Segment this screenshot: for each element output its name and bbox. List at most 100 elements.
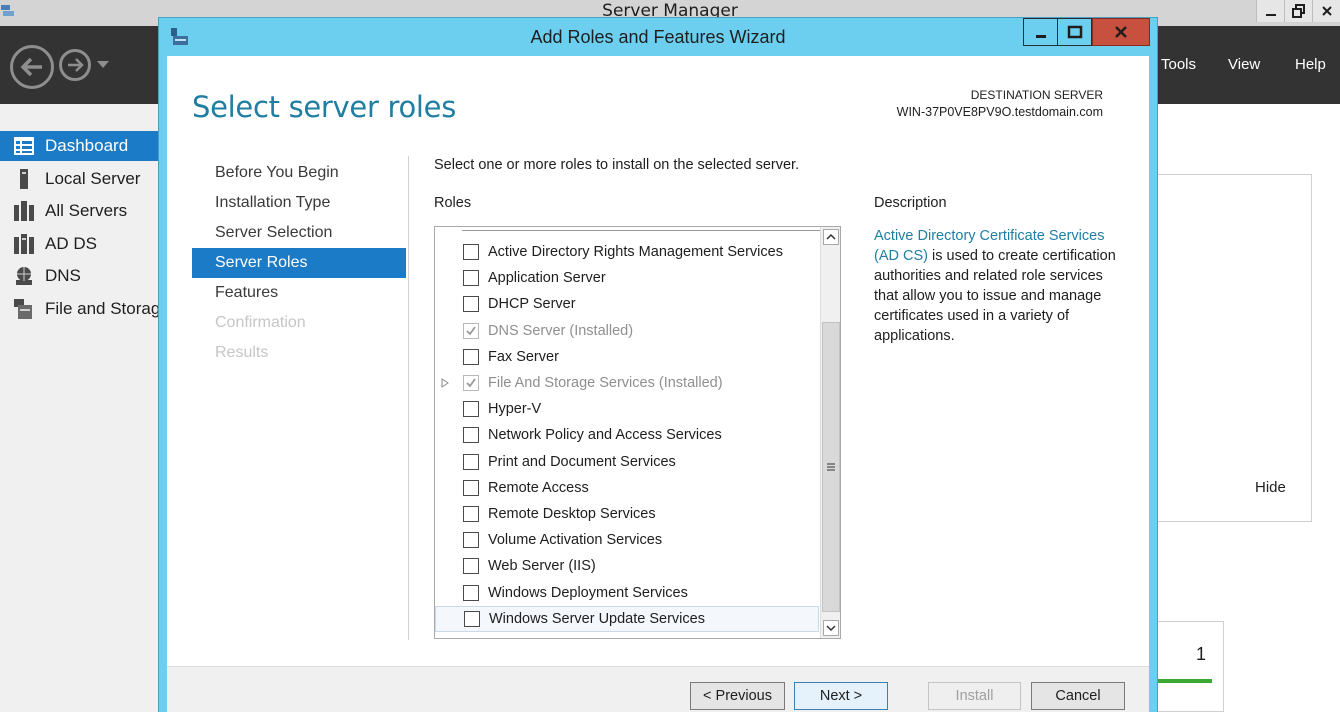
sm-close-button[interactable] — [1312, 0, 1340, 22]
history-dropdown-icon[interactable] — [97, 61, 109, 68]
role-label: DNS Server (Installed) — [488, 322, 634, 339]
role-row[interactable]: Print and Document Services — [435, 449, 819, 475]
role-row[interactable]: Volume Activation Services — [435, 527, 819, 553]
wizard-title: Add Roles and Features Wizard — [530, 27, 786, 47]
role-checkbox[interactable] — [463, 506, 479, 522]
role-row[interactable]: Remote Access — [435, 475, 819, 501]
role-row[interactable]: Windows Deployment Services — [435, 580, 819, 606]
role-checkbox[interactable] — [463, 532, 479, 549]
role-checkbox[interactable] — [463, 270, 479, 287]
wizard-close-button[interactable] — [1092, 18, 1150, 46]
role-checkbox[interactable] — [463, 558, 479, 575]
role-row[interactable]: Network Policy and Access Services — [435, 422, 819, 448]
role-label: Volume Activation Services — [488, 532, 663, 549]
role-row[interactable]: DHCP Server — [435, 291, 819, 317]
role-checkbox[interactable] — [463, 348, 479, 365]
previous-button[interactable]: < Previous — [690, 682, 785, 710]
role-checkbox[interactable] — [463, 401, 479, 418]
status-tile-count: 1 — [1196, 644, 1207, 664]
role-checkbox[interactable] — [463, 427, 479, 444]
step-results: Results — [215, 344, 269, 361]
role-label: Application Server — [488, 270, 606, 287]
menu-tools[interactable]: Tools — [1161, 56, 1196, 73]
welcome-panel — [1150, 174, 1312, 522]
hide-link[interactable]: Hide — [1255, 479, 1286, 496]
cancel-button[interactable]: Cancel — [1031, 682, 1125, 710]
sidebar-item-all-servers[interactable]: All Servers — [0, 196, 160, 226]
step-server-selection[interactable]: Server Selection — [192, 218, 406, 248]
expand-arrow-icon[interactable] — [440, 378, 450, 388]
arrow-left-icon — [20, 57, 42, 77]
status-tile[interactable] — [1150, 621, 1224, 712]
roles-heading: Roles — [434, 195, 472, 211]
destination-server-label: DESTINATION SERVER — [970, 88, 1103, 102]
wizard-footer: < Previous Next > Install Cancel — [167, 666, 1149, 712]
role-checkbox[interactable] — [463, 479, 479, 496]
instruction-text: Select one or more roles to install on t… — [434, 157, 800, 173]
all-servers-icon — [14, 201, 34, 221]
role-checkbox[interactable] — [463, 296, 479, 313]
role-checkbox[interactable] — [464, 610, 480, 627]
minimize-icon — [1035, 35, 1046, 38]
sidebar-item-dns[interactable]: DNS — [0, 261, 160, 291]
role-checkbox[interactable] — [463, 244, 479, 260]
status-tile-bar — [1158, 679, 1212, 683]
role-row[interactable]: Windows Server Update Services — [435, 605, 819, 632]
roles-scrollbar[interactable] — [820, 227, 840, 638]
scroll-up-button[interactable] — [823, 229, 839, 245]
role-row[interactable]: Web Server (IIS) — [435, 553, 819, 579]
checkmark-icon — [466, 326, 476, 335]
step-before-you-begin[interactable]: Before You Begin — [192, 158, 406, 188]
sidebar-item-label: File and Storag — [45, 299, 160, 318]
role-label: Remote Desktop Services — [488, 506, 656, 522]
scroll-thumb[interactable] — [822, 322, 840, 612]
role-row[interactable]: Hyper-V — [435, 396, 819, 422]
description-heading: Description — [874, 195, 947, 211]
step-server-roles[interactable]: Server Roles — [192, 248, 406, 278]
roles-listbox[interactable]: Active Directory Rights Management Servi… — [434, 226, 841, 639]
role-row[interactable]: File And Storage Services (Installed) — [435, 370, 819, 396]
restore-icon — [1291, 4, 1305, 18]
sm-minimize-button[interactable] — [1256, 0, 1284, 22]
wizard-client-area: Select server roles DESTINATION SERVER W… — [167, 56, 1149, 712]
minimize-icon — [1265, 14, 1276, 16]
menu-view[interactable]: View — [1228, 56, 1260, 73]
role-checkbox — [463, 375, 479, 391]
wizard-titlebar[interactable]: Add Roles and Features Wizard — [159, 18, 1157, 56]
page-title: Select server roles — [192, 90, 457, 124]
scroll-down-button[interactable] — [823, 620, 839, 636]
sidebar-item-file-and-storage[interactable]: File and Storag — [0, 294, 160, 324]
wizard-maximize-button[interactable] — [1057, 18, 1092, 46]
next-button[interactable]: Next > — [794, 682, 888, 710]
sidebar-item-dashboard[interactable]: Dashboard — [0, 131, 160, 161]
wizard-minimize-button[interactable] — [1023, 18, 1058, 46]
role-row[interactable]: DNS Server (Installed) — [435, 318, 819, 344]
sidebar-item-ad-ds[interactable]: AD DS — [0, 229, 160, 259]
back-button[interactable] — [10, 45, 54, 89]
role-label: Fax Server — [488, 348, 559, 365]
role-checkbox[interactable] — [463, 584, 479, 601]
role-label: Remote Access — [488, 479, 589, 496]
sidebar-item-local-server[interactable]: Local Server — [0, 164, 160, 194]
sm-restore-button[interactable] — [1284, 0, 1312, 22]
role-row[interactable]: Application Server — [435, 265, 819, 291]
dashboard-icon — [14, 136, 34, 156]
role-row[interactable]: Remote Desktop Services — [435, 501, 819, 527]
menu-help[interactable]: Help — [1295, 56, 1326, 73]
forward-button[interactable] — [59, 49, 91, 81]
step-installation-type[interactable]: Installation Type — [192, 188, 406, 218]
role-row[interactable]: Active Directory Rights Management Servi… — [435, 239, 819, 265]
sidebar-item-label: All Servers — [45, 201, 128, 220]
role-row[interactable]: Fax Server — [435, 344, 819, 370]
role-checkbox[interactable] — [463, 453, 479, 470]
server-manager-sidebar: Dashboard Local Server All Servers AD DS… — [0, 104, 160, 712]
step-features[interactable]: Features — [192, 278, 406, 308]
